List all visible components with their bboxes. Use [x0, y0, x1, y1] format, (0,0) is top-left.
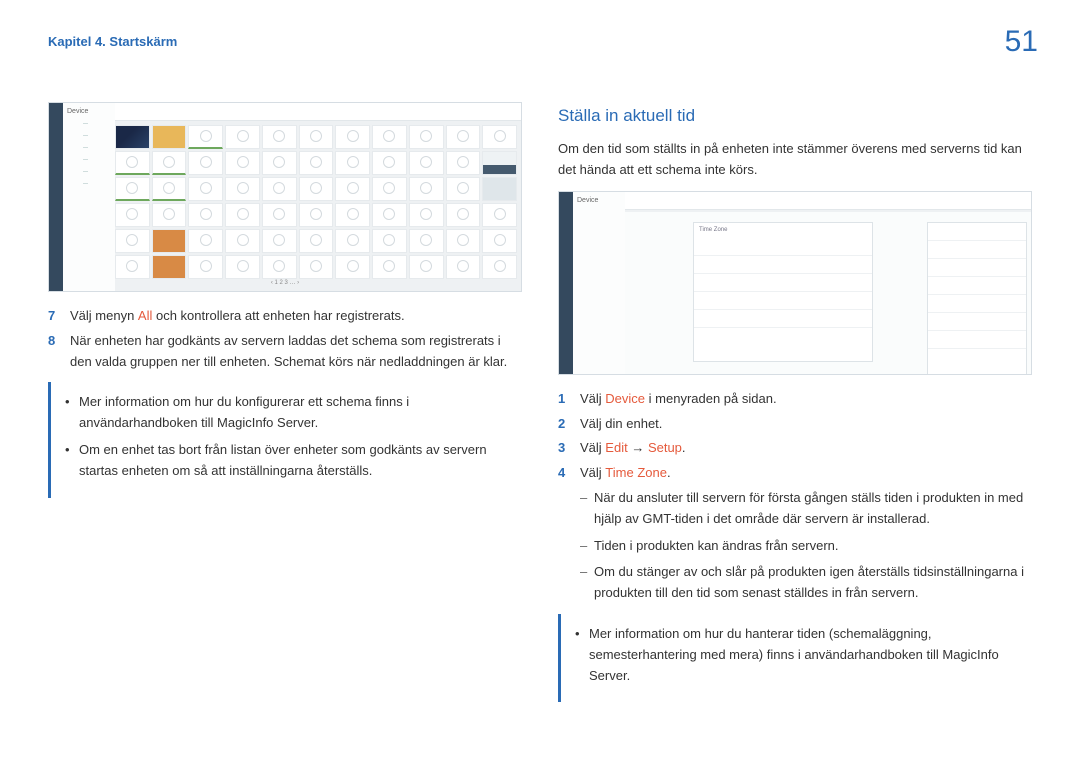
sublist-item: När du ansluter till servern för första … — [580, 488, 1032, 530]
step-text: Välj Edit → Setup. — [580, 438, 686, 459]
sublist-item: Tiden i produkten kan ändras från server… — [580, 536, 1032, 557]
step-4: 4 Välj Time Zone. — [558, 463, 1032, 484]
right-steps: 1 Välj Device i menyraden på sidan. 2 Vä… — [558, 389, 1032, 484]
left-steps: 7 Välj menyn All och kontrollera att enh… — [48, 306, 522, 372]
right-sublist: När du ansluter till servern för första … — [580, 488, 1032, 604]
breadcrumb: Kapitel 4. Startskärm — [48, 32, 177, 53]
timezone-dialog: Time Zone — [693, 222, 873, 362]
step-text: Välj Time Zone. — [580, 463, 671, 484]
left-column: Device ——— ——— ‹ 1 2 3 … › 7 Välj menyn — [48, 102, 522, 702]
step-text: När enheten har godkänts av servern ladd… — [70, 331, 522, 373]
note-item: Om en enhet tas bort från listan över en… — [65, 440, 510, 482]
step-text: Välj din enhet. — [580, 414, 662, 435]
note-item: Mer information om hur du konfigurerar e… — [65, 392, 510, 434]
section-title: Ställa in aktuell tid — [558, 102, 1032, 129]
step-1: 1 Välj Device i menyraden på sidan. — [558, 389, 1032, 410]
intro-text: Om den tid som ställts in på enheten int… — [558, 139, 1032, 181]
step-number: 4 — [558, 463, 570, 484]
step-text: Välj Device i menyraden på sidan. — [580, 389, 777, 410]
step-number: 1 — [558, 389, 570, 410]
device-thumbnail-grid — [115, 125, 517, 281]
step-number: 8 — [48, 331, 60, 373]
page-header: Kapitel 4. Startskärm 51 — [0, 0, 1080, 74]
step-number: 3 — [558, 438, 570, 459]
step-7: 7 Välj menyn All och kontrollera att enh… — [48, 306, 522, 327]
note-item: Mer information om hur du hanterar tiden… — [575, 624, 1020, 686]
step-text: Välj menyn All och kontrollera att enhet… — [70, 306, 405, 327]
step-3: 3 Välj Edit → Setup. — [558, 438, 1032, 459]
step-number: 7 — [48, 306, 60, 327]
sublist-item: Om du stänger av och slår på produkten i… — [580, 562, 1032, 604]
step-8: 8 När enheten har godkänts av servern la… — [48, 331, 522, 373]
step-number: 2 — [558, 414, 570, 435]
step-2: 2 Välj din enhet. — [558, 414, 1032, 435]
screenshot-timezone-dialog: Device Time Zone — [558, 191, 1032, 375]
right-column: Ställa in aktuell tid Om den tid som stä… — [558, 102, 1032, 702]
right-note-box: Mer information om hur du hanterar tiden… — [558, 614, 1032, 702]
device-list-panel — [927, 222, 1027, 375]
screenshot-device-grid: Device ——— ——— ‹ 1 2 3 … › — [48, 102, 522, 292]
page-number: 51 — [1005, 18, 1038, 66]
left-note-box: Mer information om hur du konfigurerar e… — [48, 382, 522, 497]
